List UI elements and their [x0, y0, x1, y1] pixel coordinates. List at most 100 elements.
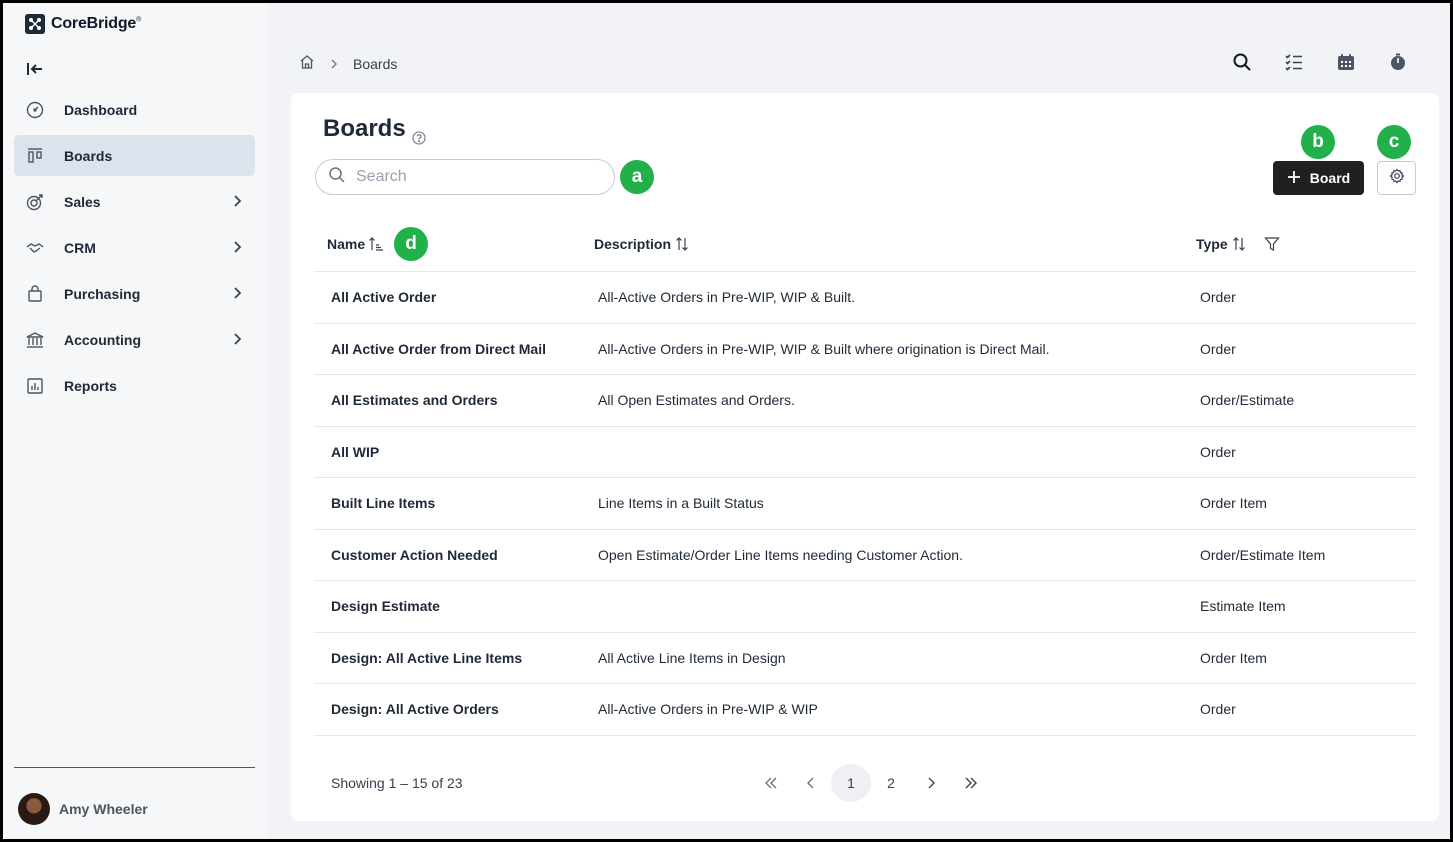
add-board-button[interactable]: Board: [1273, 161, 1364, 195]
column-header-label: Description: [594, 236, 672, 252]
top-toolbar: [1231, 51, 1409, 73]
breadcrumb-current: Boards: [353, 55, 398, 72]
chevron-left-icon: [807, 777, 814, 789]
cell-name: Design Estimate: [331, 598, 440, 614]
cell-type: Order Item: [1200, 495, 1267, 511]
sort-icon[interactable]: [1231, 236, 1247, 252]
chevrons-left-icon: [765, 777, 777, 789]
column-header-description[interactable]: Description: [594, 236, 690, 252]
sort-icon[interactable]: [674, 236, 690, 252]
chevron-right-icon: [229, 285, 245, 301]
settings-button[interactable]: [1377, 161, 1416, 195]
boards-table: Name Description Type All Active Order A…: [314, 220, 1416, 736]
app-logo[interactable]: CoreBridge®: [25, 14, 141, 34]
pagination-summary: Showing 1 – 15 of 23: [331, 775, 463, 791]
column-header-type[interactable]: Type: [1196, 236, 1280, 252]
cell-type: Order/Estimate: [1200, 392, 1295, 408]
calendar-icon[interactable]: [1335, 51, 1357, 73]
sidebar-item-crm[interactable]: CRM: [14, 227, 255, 268]
corebridge-logo-icon: [25, 14, 45, 34]
sidebar-divider: [14, 767, 255, 768]
cell-type: Order: [1200, 289, 1236, 305]
sidebar-item-label: Accounting: [64, 331, 141, 348]
sidebar: CoreBridge® Dashboard Boards Sales CRM P…: [3, 3, 267, 839]
timer-icon[interactable]: [1387, 51, 1409, 73]
table-row[interactable]: Design: All Active Orders All-Active Ord…: [314, 684, 1416, 736]
page-title: Boards: [323, 115, 426, 145]
sidebar-item-label: Purchasing: [64, 285, 141, 302]
boards-panel: Boards a b c d Board: [291, 93, 1439, 821]
sort-ascending-icon[interactable]: [368, 236, 384, 252]
sidebar-item-label: Sales: [64, 193, 101, 210]
breadcrumb: Boards: [299, 54, 397, 73]
plus-icon: [1287, 170, 1301, 187]
annotation-badge-a: a: [620, 160, 654, 194]
app-window: CoreBridge® Dashboard Boards Sales CRM P…: [0, 0, 1453, 842]
sidebar-item-reports[interactable]: Reports: [14, 365, 255, 406]
chevrons-right-icon: [965, 777, 977, 789]
cell-name: Design: All Active Orders: [331, 701, 499, 717]
chevron-right-icon: [229, 239, 245, 255]
purchasing-icon: [25, 284, 45, 304]
help-icon[interactable]: [412, 124, 426, 145]
table-row[interactable]: All Active Order from Direct Mail All-Ac…: [314, 324, 1416, 375]
table-header: Name Description Type: [314, 220, 1416, 272]
sidebar-item-dashboard[interactable]: Dashboard: [14, 89, 255, 130]
search-input[interactable]: [356, 168, 586, 186]
dashboard-icon: [25, 100, 45, 120]
cell-description: All Active Line Items in Design: [598, 649, 786, 666]
column-header-label: Name: [327, 236, 366, 252]
table-row[interactable]: Built Line Items Line Items in a Built S…: [314, 478, 1416, 530]
annotation-badge-b: b: [1301, 125, 1335, 159]
collapse-sidebar-icon[interactable]: [25, 59, 45, 79]
search-icon: [328, 166, 346, 189]
cell-description: All Open Estimates and Orders.: [598, 392, 795, 408]
sidebar-item-purchasing[interactable]: Purchasing: [14, 273, 255, 314]
cell-type: Order Item: [1200, 649, 1267, 666]
chevron-right-icon: [229, 193, 245, 209]
page-2-button[interactable]: 2: [871, 764, 911, 802]
cell-type: Order: [1200, 443, 1236, 460]
previous-page-button[interactable]: [791, 764, 831, 802]
home-icon[interactable]: [299, 54, 315, 73]
table-row[interactable]: Design Estimate Estimate Item: [314, 581, 1416, 633]
table-row[interactable]: All WIP Order: [314, 427, 1416, 478]
cell-type: Order: [1200, 701, 1236, 717]
sidebar-item-label: Boards: [64, 147, 113, 164]
cell-type: Order: [1200, 340, 1236, 357]
sidebar-item-label: CRM: [64, 239, 96, 256]
page-title-text: Boards: [323, 115, 406, 142]
task-list-icon[interactable]: [1283, 51, 1305, 73]
filter-icon[interactable]: [1263, 236, 1280, 252]
sidebar-item-boards[interactable]: Boards: [14, 135, 255, 176]
sidebar-item-accounting[interactable]: Accounting: [14, 319, 255, 360]
cell-name: All Active Order from Direct Mail: [331, 340, 546, 357]
cell-type: Order/Estimate Item: [1200, 546, 1326, 563]
cell-name: Design: All Active Line Items: [331, 649, 523, 666]
accounting-icon: [25, 330, 45, 350]
last-page-button[interactable]: [951, 764, 991, 802]
sidebar-item-sales[interactable]: Sales: [14, 181, 255, 222]
table-row[interactable]: All Active Order All-Active Orders in Pr…: [314, 272, 1416, 324]
search-icon[interactable]: [1231, 51, 1253, 73]
search-box[interactable]: [315, 159, 615, 195]
cell-description: Open Estimate/Order Line Items needing C…: [598, 546, 963, 563]
app-name: CoreBridge®: [51, 15, 142, 32]
table-row[interactable]: All Estimates and Orders All Open Estima…: [314, 375, 1416, 427]
user-profile[interactable]: Amy Wheeler: [18, 793, 148, 825]
table-row[interactable]: Customer Action Needed Open Estimate/Ord…: [314, 530, 1416, 581]
first-page-button[interactable]: [751, 764, 791, 802]
cell-description: All-Active Orders in Pre-WIP, WIP & Buil…: [598, 340, 1050, 357]
table-row[interactable]: Design: All Active Line Items All Active…: [314, 633, 1416, 684]
cell-name: All Active Order: [331, 289, 437, 305]
page-1-button[interactable]: 1: [831, 764, 871, 802]
next-page-button[interactable]: [911, 764, 951, 802]
chevron-right-icon: [229, 331, 245, 347]
column-header-label: Type: [1196, 236, 1228, 252]
annotation-badge-c: c: [1377, 125, 1411, 159]
column-header-name[interactable]: Name: [327, 236, 384, 252]
sidebar-nav: Dashboard Boards Sales CRM Purchasing Ac…: [14, 89, 255, 411]
gear-icon: [1388, 168, 1405, 189]
cell-name: All Estimates and Orders: [331, 392, 498, 408]
add-board-label: Board: [1309, 170, 1351, 186]
